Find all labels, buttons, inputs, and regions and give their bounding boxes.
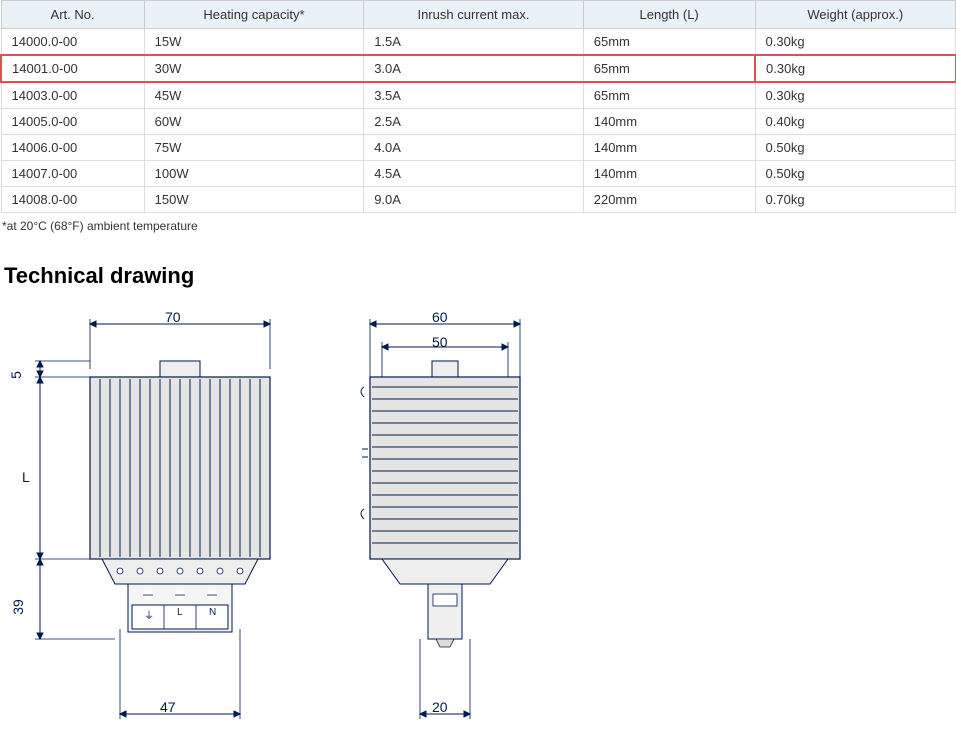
cell: 140mm (583, 135, 755, 161)
cell: 100W (144, 161, 364, 187)
terminal-label-N: N (209, 607, 216, 618)
cell: 140mm (583, 109, 755, 135)
cell: 75W (144, 135, 364, 161)
dim-front-top: 70 (165, 309, 181, 325)
cell: 45W (144, 82, 364, 109)
col-header-cap: Heating capacity* (144, 1, 364, 29)
col-header-art: Art. No. (1, 1, 144, 29)
cell: 65mm (583, 29, 755, 56)
cell: 14003.0-00 (1, 82, 144, 109)
cell: 0.30kg (755, 82, 955, 109)
drawing-side-view: 60 50 20 (340, 309, 560, 729)
cell: 0.30kg (755, 29, 955, 56)
cell: 30W (144, 55, 364, 82)
spec-table: Art. No. Heating capacity* Inrush curren… (0, 0, 956, 213)
cell: 3.0A (364, 55, 584, 82)
cell: 4.0A (364, 135, 584, 161)
dim-front-left-L: L (22, 469, 30, 485)
cell: 14008.0-00 (1, 187, 144, 213)
cell: 60W (144, 109, 364, 135)
table-row: 14005.0-0060W2.5A140mm0.40kg (1, 109, 956, 135)
table-row: 14003.0-0045W3.5A65mm0.30kg (1, 82, 956, 109)
table-footnote: *at 20°C (68°F) ambient temperature (0, 219, 956, 233)
terminal-label-earth: ⏚ (144, 607, 154, 622)
cell: 4.5A (364, 161, 584, 187)
cell: 220mm (583, 187, 755, 213)
col-header-length: Length (L) (583, 1, 755, 29)
technical-drawing: 70 5 L 39 47 (0, 309, 956, 729)
table-row: 14000.0-0015W1.5A65mm0.30kg (1, 29, 956, 56)
cell: 0.30kg (755, 55, 955, 82)
dim-side-top-inner: 50 (432, 334, 448, 350)
col-header-weight: Weight (approx.) (755, 1, 955, 29)
dim-front-left-5: 5 (8, 371, 24, 379)
terminal-label-L: L (177, 607, 183, 618)
drawing-front-view: 70 5 L 39 47 (10, 309, 280, 729)
cell: 2.5A (364, 109, 584, 135)
cell: 14007.0-00 (1, 161, 144, 187)
cell: 14005.0-00 (1, 109, 144, 135)
cell: 15W (144, 29, 364, 56)
cell: 0.50kg (755, 135, 955, 161)
table-row: 14001.0-0030W3.0A65mm0.30kg (1, 55, 956, 82)
section-title-technical-drawing: Technical drawing (4, 263, 956, 289)
dim-side-top-outer: 60 (432, 309, 448, 325)
cell: 14000.0-00 (1, 29, 144, 56)
col-header-inrush: Inrush current max. (364, 1, 584, 29)
table-row: 14008.0-00150W9.0A220mm0.70kg (1, 187, 956, 213)
table-row: 14006.0-0075W4.0A140mm0.50kg (1, 135, 956, 161)
cell: 140mm (583, 161, 755, 187)
cell: 0.70kg (755, 187, 955, 213)
cell: 9.0A (364, 187, 584, 213)
dim-front-left-39: 39 (10, 599, 26, 615)
cell: 150W (144, 187, 364, 213)
cell: 65mm (583, 55, 755, 82)
cell: 0.50kg (755, 161, 955, 187)
cell: 1.5A (364, 29, 584, 56)
cell: 3.5A (364, 82, 584, 109)
cell: 0.40kg (755, 109, 955, 135)
dim-front-bot: 47 (160, 699, 176, 715)
cell: 14006.0-00 (1, 135, 144, 161)
table-row: 14007.0-00100W4.5A140mm0.50kg (1, 161, 956, 187)
cell: 14001.0-00 (1, 55, 144, 82)
cell: 65mm (583, 82, 755, 109)
dim-side-bot: 20 (432, 699, 448, 715)
